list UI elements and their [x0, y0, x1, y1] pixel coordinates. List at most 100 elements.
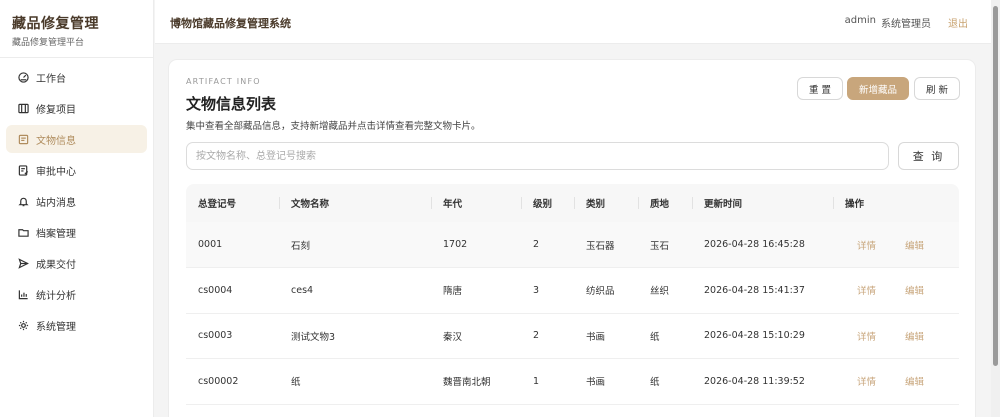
page-title: 文物信息列表 [186, 95, 277, 113]
cell-material: 纸 [638, 313, 692, 359]
sidebar-item-label: 站内消息 [36, 197, 76, 209]
sidebar-item-label: 统计分析 [36, 290, 76, 302]
column-header: 质地 [638, 184, 692, 222]
detail-link[interactable]: 详情 [857, 329, 876, 343]
brand-subtitle: 藏品修复管理平台 [12, 38, 85, 48]
artifact-table: 总登记号 文物名称 年代 级别 类别 质地 更新时间 操作 0001 石刻 17… [186, 184, 959, 405]
cell-name: 石刻 [279, 222, 431, 268]
table-row: 0001 石刻 1702 2 玉石器 玉石 2026-04-28 16:45:2… [186, 222, 959, 268]
cell-material: 丝织 [638, 267, 692, 314]
column-header: 文物名称 [279, 184, 431, 222]
sidebar-item-label: 文物信息 [36, 135, 76, 147]
page-description: 集中查看全部藏品信息，支持新增藏品并点击详情查看完整文物卡片。 [186, 121, 481, 132]
cell-actions: 详情 编辑 [833, 267, 959, 314]
cell-category: 纺织品 [574, 267, 638, 314]
table-row: cs00002 纸 魏晋南北朝 1 书画 纸 2026-04-28 11:39:… [186, 358, 959, 405]
cell-updated: 2026-04-28 15:41:37 [692, 267, 833, 314]
sidebar-item-label: 成果交付 [36, 259, 76, 271]
sidebar: 藏品修复管理 藏品修复管理平台 工作台 修复项目 文物信息 审批中心 站内消息 … [0, 0, 154, 417]
folder-icon [18, 228, 29, 237]
cell-name: 纸 [279, 358, 431, 405]
sidebar-item-label: 系统管理 [36, 321, 76, 333]
edit-link[interactable]: 编辑 [905, 283, 924, 297]
cell-era: 隋唐 [431, 267, 521, 314]
edit-link[interactable]: 编辑 [905, 238, 924, 252]
section-eyebrow: ARTIFACT INFO [186, 77, 261, 86]
search-input[interactable] [186, 142, 889, 170]
cell-updated: 2026-04-28 15:10:29 [692, 313, 833, 359]
sidebar-item-projects[interactable]: 修复项目 [6, 94, 147, 122]
bell-icon [18, 197, 29, 206]
artifact-icon [18, 134, 29, 144]
sidebar-item-artifacts[interactable]: 文物信息 [6, 125, 147, 153]
detail-link[interactable]: 详情 [857, 374, 876, 388]
sidebar-item-dashboard[interactable]: 工作台 [6, 63, 147, 91]
sidebar-item-archives[interactable]: 档案管理 [6, 218, 147, 246]
gear-icon [18, 320, 29, 330]
topbar: 博物馆藏品修复管理系统 admin 系统管理员 退出 [155, 0, 991, 44]
artifact-list-card: ARTIFACT INFO 文物信息列表 集中查看全部藏品信息，支持新增藏品并点… [168, 59, 976, 417]
sidebar-nav: 工作台 修复项目 文物信息 审批中心 站内消息 档案管理 成果交付 统计分析 系… [0, 58, 153, 339]
column-header: 类别 [574, 184, 638, 222]
cell-material: 玉石 [638, 222, 692, 268]
cell-level: 2 [521, 222, 574, 268]
cell-category: 书画 [574, 313, 638, 359]
scrollbar-thumb[interactable] [993, 6, 998, 366]
detail-link[interactable]: 详情 [857, 283, 876, 297]
cell-level: 2 [521, 313, 574, 359]
cell-reg-no: cs0004 [186, 267, 279, 314]
cell-name: ces4 [279, 267, 431, 314]
cell-updated: 2026-04-28 16:45:28 [692, 222, 833, 268]
sidebar-item-messages[interactable]: 站内消息 [6, 187, 147, 215]
approval-icon [18, 164, 29, 176]
cell-name: 测试文物3 [279, 313, 431, 359]
cell-actions: 详情 编辑 [833, 313, 959, 359]
column-header: 年代 [431, 184, 521, 222]
sidebar-item-label: 审批中心 [36, 166, 76, 178]
cell-category: 书画 [574, 358, 638, 405]
chart-icon [18, 289, 28, 299]
cell-actions: 详情 编辑 [833, 358, 959, 405]
cell-material: 纸 [638, 358, 692, 405]
user-role: 系统管理员 [881, 19, 931, 30]
cell-level: 1 [521, 358, 574, 405]
search-button[interactable]: 查 询 [898, 142, 959, 170]
cell-actions: 详情 编辑 [833, 222, 959, 268]
cell-updated: 2026-04-28 11:39:52 [692, 358, 833, 405]
cell-reg-no: cs0003 [186, 313, 279, 359]
brand-title: 藏品修复管理 [12, 16, 99, 32]
cell-era: 魏晋南北朝 [431, 358, 521, 405]
dashboard-icon [18, 71, 29, 83]
table-header-row: 总登记号 文物名称 年代 级别 类别 质地 更新时间 操作 [186, 184, 959, 222]
send-icon [18, 257, 29, 269]
reset-button[interactable]: 重 置 [797, 77, 843, 100]
cell-reg-no: cs00002 [186, 358, 279, 405]
brand: 藏品修复管理 藏品修复管理平台 [0, 0, 153, 58]
sidebar-item-system[interactable]: 系统管理 [6, 311, 147, 339]
sidebar-item-label: 工作台 [36, 73, 66, 85]
cell-reg-no: 0001 [186, 222, 279, 268]
column-header: 级别 [521, 184, 574, 222]
cell-category: 玉石器 [574, 222, 638, 268]
logout-link[interactable]: 退出 [948, 15, 968, 30]
page-scrollbar[interactable] [991, 0, 1000, 417]
sidebar-item-approval[interactable]: 审批中心 [6, 156, 147, 184]
edit-link[interactable]: 编辑 [905, 374, 924, 388]
sidebar-item-label: 修复项目 [36, 104, 76, 116]
refresh-button[interactable]: 刷 新 [914, 77, 960, 100]
sidebar-item-delivery[interactable]: 成果交付 [6, 249, 147, 277]
column-header: 操作 [833, 184, 959, 222]
column-header: 总登记号 [186, 184, 279, 222]
user-area: admin 系统管理员 退出 [845, 15, 968, 30]
add-artifact-button[interactable]: 新增藏品 [847, 77, 909, 100]
sidebar-item-statistics[interactable]: 统计分析 [6, 280, 147, 308]
edit-link[interactable]: 编辑 [905, 329, 924, 343]
table-row: cs0004 ces4 隋唐 3 纺织品 丝织 2026-04-28 15:41… [186, 267, 959, 314]
project-icon [18, 103, 29, 113]
system-title: 博物馆藏品修复管理系统 [170, 17, 291, 30]
cell-era: 秦汉 [431, 313, 521, 359]
sidebar-item-label: 档案管理 [36, 228, 76, 240]
detail-link[interactable]: 详情 [857, 238, 876, 252]
cell-level: 3 [521, 267, 574, 314]
table-row: cs0003 测试文物3 秦汉 2 书画 纸 2026-04-28 15:10:… [186, 313, 959, 359]
